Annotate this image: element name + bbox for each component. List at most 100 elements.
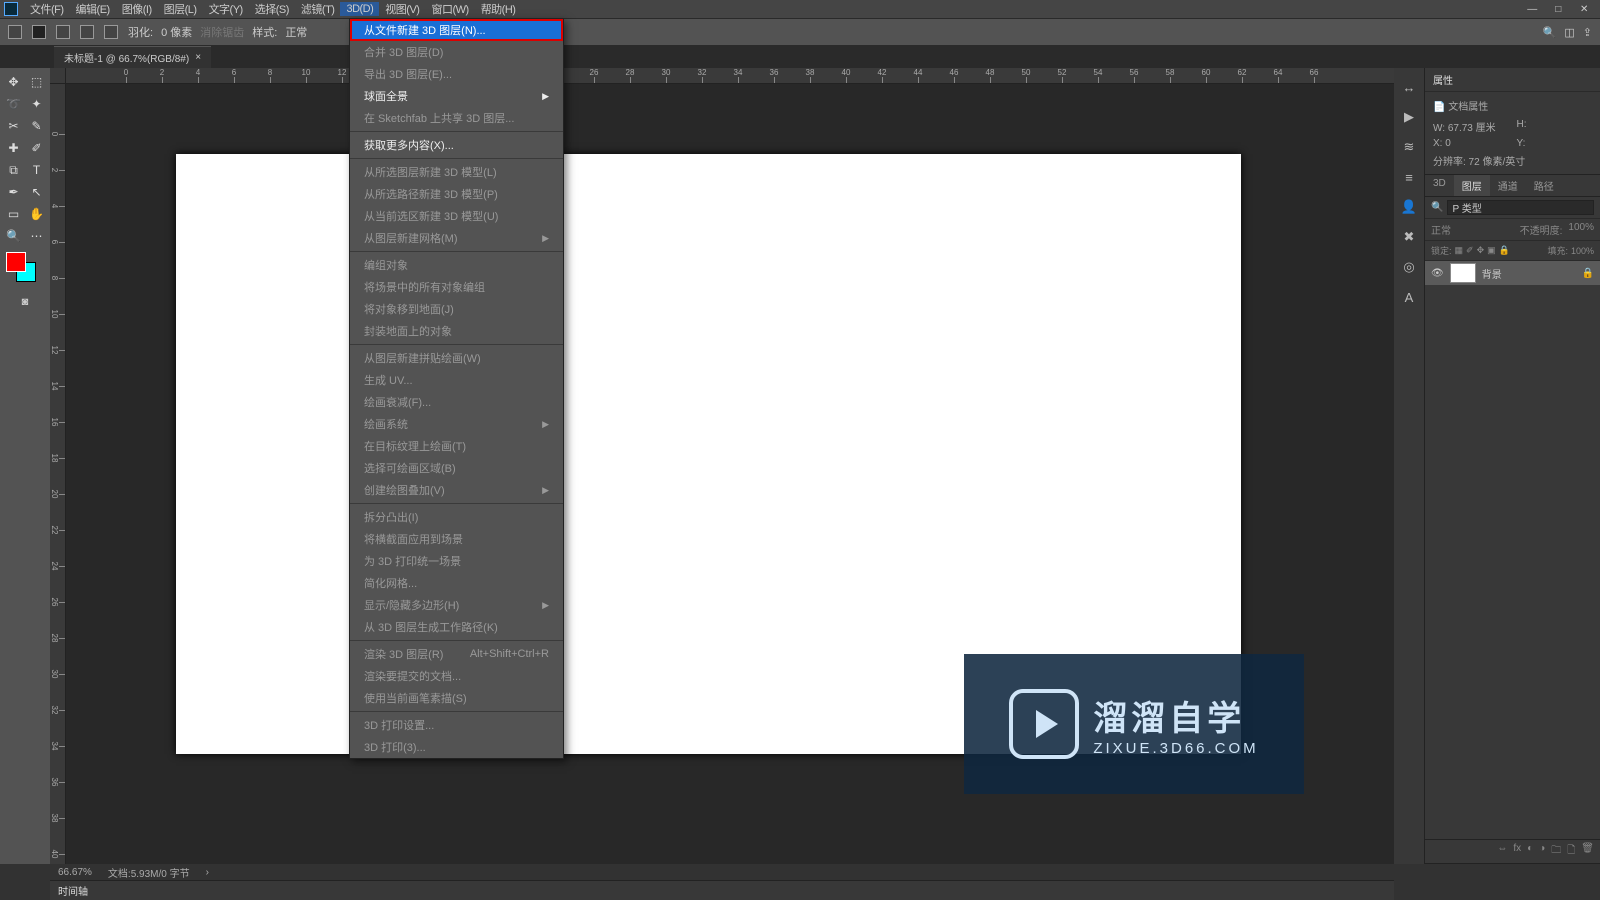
selection-add-icon[interactable] bbox=[56, 25, 70, 39]
panel-tab-layers[interactable]: 图层 bbox=[1454, 175, 1490, 196]
prop-x[interactable]: 0 bbox=[1445, 138, 1451, 149]
foreground-swatch[interactable] bbox=[6, 252, 26, 272]
layer-filter-input[interactable] bbox=[1447, 200, 1594, 215]
type-tool[interactable]: T bbox=[25, 160, 48, 180]
menu-item: 封装地面上的对象 bbox=[350, 320, 563, 342]
window-close-icon[interactable]: ✕ bbox=[1572, 2, 1596, 16]
timeline-panel[interactable]: 时间轴 bbox=[50, 880, 1394, 900]
panel-tab-3d[interactable]: 3D bbox=[1425, 175, 1454, 196]
vertical-ruler[interactable]: 024681012141618202224262830323436384042 bbox=[50, 84, 66, 864]
path-select-tool[interactable]: ↖ bbox=[25, 182, 48, 202]
history-icon[interactable]: ↔ bbox=[1398, 76, 1420, 98]
move-tool[interactable]: ✥ bbox=[2, 72, 25, 92]
lasso-tool[interactable]: ➰ bbox=[2, 94, 25, 114]
document-tabs: 未标题-1 @ 66.7%(RGB/8#) × bbox=[0, 46, 1600, 68]
blend-mode[interactable]: 正常 bbox=[1431, 222, 1514, 237]
delete-layer-icon[interactable]: 🗑 bbox=[1581, 843, 1594, 860]
document-tab-title: 未标题-1 @ 66.7%(RGB/8#) bbox=[64, 50, 189, 65]
layer-filter-icon[interactable]: 🔍 bbox=[1431, 202, 1443, 213]
quick-mask-icon[interactable]: ◙ bbox=[2, 296, 48, 312]
menu-item[interactable]: 获取更多内容(X)... bbox=[350, 134, 563, 156]
menu-item: 合并 3D 图层(D) bbox=[350, 41, 563, 63]
watermark-title: 溜溜自学 bbox=[1093, 691, 1245, 740]
menu-3d[interactable]: 3D(D) bbox=[340, 2, 379, 16]
properties-tab[interactable]: 属性 bbox=[1425, 68, 1600, 92]
window-minimize-icon[interactable]: — bbox=[1520, 2, 1544, 16]
menu-image[interactable]: 图像(I) bbox=[116, 0, 158, 18]
layer-mask-icon[interactable]: ◐ bbox=[1527, 843, 1533, 860]
brush-panel-icon[interactable]: ≋ bbox=[1398, 136, 1420, 158]
link-layers-icon[interactable]: ⇔ bbox=[1497, 843, 1507, 860]
lock-pixels-icon[interactable]: ▦ bbox=[1455, 245, 1464, 256]
selection-intersect-icon[interactable] bbox=[104, 25, 118, 39]
status-arrow-icon[interactable]: › bbox=[206, 867, 209, 878]
3d-icon[interactable]: ✖ bbox=[1398, 226, 1420, 248]
edit-toolbar[interactable]: ⋯ bbox=[25, 226, 48, 246]
menu-select[interactable]: 选择(S) bbox=[249, 0, 295, 18]
menu-item[interactable]: 球面全景▶ bbox=[350, 85, 563, 107]
selection-subtract-icon[interactable] bbox=[80, 25, 94, 39]
horizontal-ruler[interactable]: 0246810121416182022242628303234363840424… bbox=[66, 68, 1394, 84]
menu-layer[interactable]: 图层(L) bbox=[158, 0, 203, 18]
menu-filter[interactable]: 滤镜(T) bbox=[295, 0, 341, 18]
layer-name[interactable]: 背景 bbox=[1482, 266, 1502, 281]
healing-tool[interactable]: ✚ bbox=[2, 138, 25, 158]
new-layer-icon[interactable]: 🗋 bbox=[1567, 843, 1575, 860]
layer-group-icon[interactable]: 🗀 bbox=[1551, 843, 1561, 860]
adjustment-layer-icon[interactable]: ◑ bbox=[1539, 843, 1545, 860]
hand-tool[interactable]: ✋ bbox=[25, 204, 48, 224]
libraries-icon[interactable]: ◎ bbox=[1398, 256, 1420, 278]
fill-value[interactable]: 100% bbox=[1571, 246, 1594, 256]
lock-all-icon[interactable]: ✥ bbox=[1477, 245, 1485, 256]
actions-icon[interactable]: ▶ bbox=[1398, 106, 1420, 128]
layer-fx-icon[interactable]: fx bbox=[1513, 843, 1521, 860]
quick-select-tool[interactable]: ✦ bbox=[25, 94, 48, 114]
menu-type[interactable]: 文字(Y) bbox=[203, 0, 249, 18]
ruler-origin[interactable] bbox=[50, 68, 66, 84]
panel-tab-paths[interactable]: 路径 bbox=[1526, 175, 1562, 196]
character-icon[interactable]: 👤 bbox=[1398, 196, 1420, 218]
layer-thumbnail[interactable] bbox=[1450, 263, 1476, 283]
prop-width[interactable]: 67.73 厘米 bbox=[1448, 123, 1496, 134]
paragraph-icon[interactable]: A bbox=[1398, 286, 1420, 308]
menu-item[interactable]: 从文件新建 3D 图层(N)... bbox=[350, 19, 563, 41]
brush-tool[interactable]: ✐ bbox=[25, 138, 48, 158]
menu-help[interactable]: 帮助(H) bbox=[475, 0, 522, 18]
zoom-tool[interactable]: 🔍 bbox=[2, 226, 25, 246]
style-value[interactable]: 正常 bbox=[285, 24, 307, 40]
crop-tool[interactable]: ✂ bbox=[2, 116, 25, 136]
clone-tool[interactable]: ⧉ bbox=[2, 160, 25, 180]
feather-value[interactable]: 0 像素 bbox=[161, 24, 192, 40]
lock-position-icon[interactable]: ✐ bbox=[1466, 245, 1474, 256]
eyedropper-tool[interactable]: ✎ bbox=[25, 116, 48, 136]
menu-item: 在 Sketchfab 上共享 3D 图层... bbox=[350, 107, 563, 129]
workspace-icon[interactable]: ◫ bbox=[1564, 26, 1574, 39]
tool-preset-icon[interactable] bbox=[8, 25, 22, 39]
share-icon[interactable]: ⇪ bbox=[1583, 26, 1592, 39]
selection-new-icon[interactable] bbox=[32, 25, 46, 39]
lock-artboard-icon[interactable]: ▣ bbox=[1487, 245, 1496, 256]
search-icon[interactable]: 🔍 bbox=[1543, 26, 1557, 39]
menu-file[interactable]: 文件(F) bbox=[24, 0, 70, 18]
tab-close-icon[interactable]: × bbox=[195, 52, 201, 63]
zoom-level[interactable]: 66.67% bbox=[58, 867, 92, 878]
lock-lock-icon[interactable]: 🔒 bbox=[1499, 245, 1510, 256]
menu-item: 简化网格... bbox=[350, 572, 563, 594]
menu-edit[interactable]: 编辑(E) bbox=[70, 0, 116, 18]
layer-lock-icon: 🔒 bbox=[1582, 268, 1594, 279]
menu-window[interactable]: 窗口(W) bbox=[425, 0, 474, 18]
document-tab[interactable]: 未标题-1 @ 66.7%(RGB/8#) × bbox=[54, 46, 211, 68]
opacity-value[interactable]: 100% bbox=[1568, 222, 1594, 237]
color-swatches[interactable] bbox=[2, 252, 48, 292]
artboard-tool[interactable]: ⬚ bbox=[25, 72, 48, 92]
menu-item: 导出 3D 图层(E)... bbox=[350, 63, 563, 85]
shape-tool[interactable]: ▭ bbox=[2, 204, 25, 224]
layer-visibility-icon[interactable]: 👁 bbox=[1431, 268, 1444, 279]
panel-tab-channels[interactable]: 通道 bbox=[1490, 175, 1526, 196]
pen-tool[interactable]: ✒ bbox=[2, 182, 25, 202]
menu-view[interactable]: 视图(V) bbox=[379, 0, 425, 18]
clone-panel-icon[interactable]: ≡ bbox=[1398, 166, 1420, 188]
window-restore-icon[interactable]: □ bbox=[1546, 2, 1570, 16]
document-info[interactable]: 文档:5.93M/0 字节 bbox=[108, 865, 190, 880]
layer-row[interactable]: 👁 背景 🔒 bbox=[1425, 261, 1600, 285]
